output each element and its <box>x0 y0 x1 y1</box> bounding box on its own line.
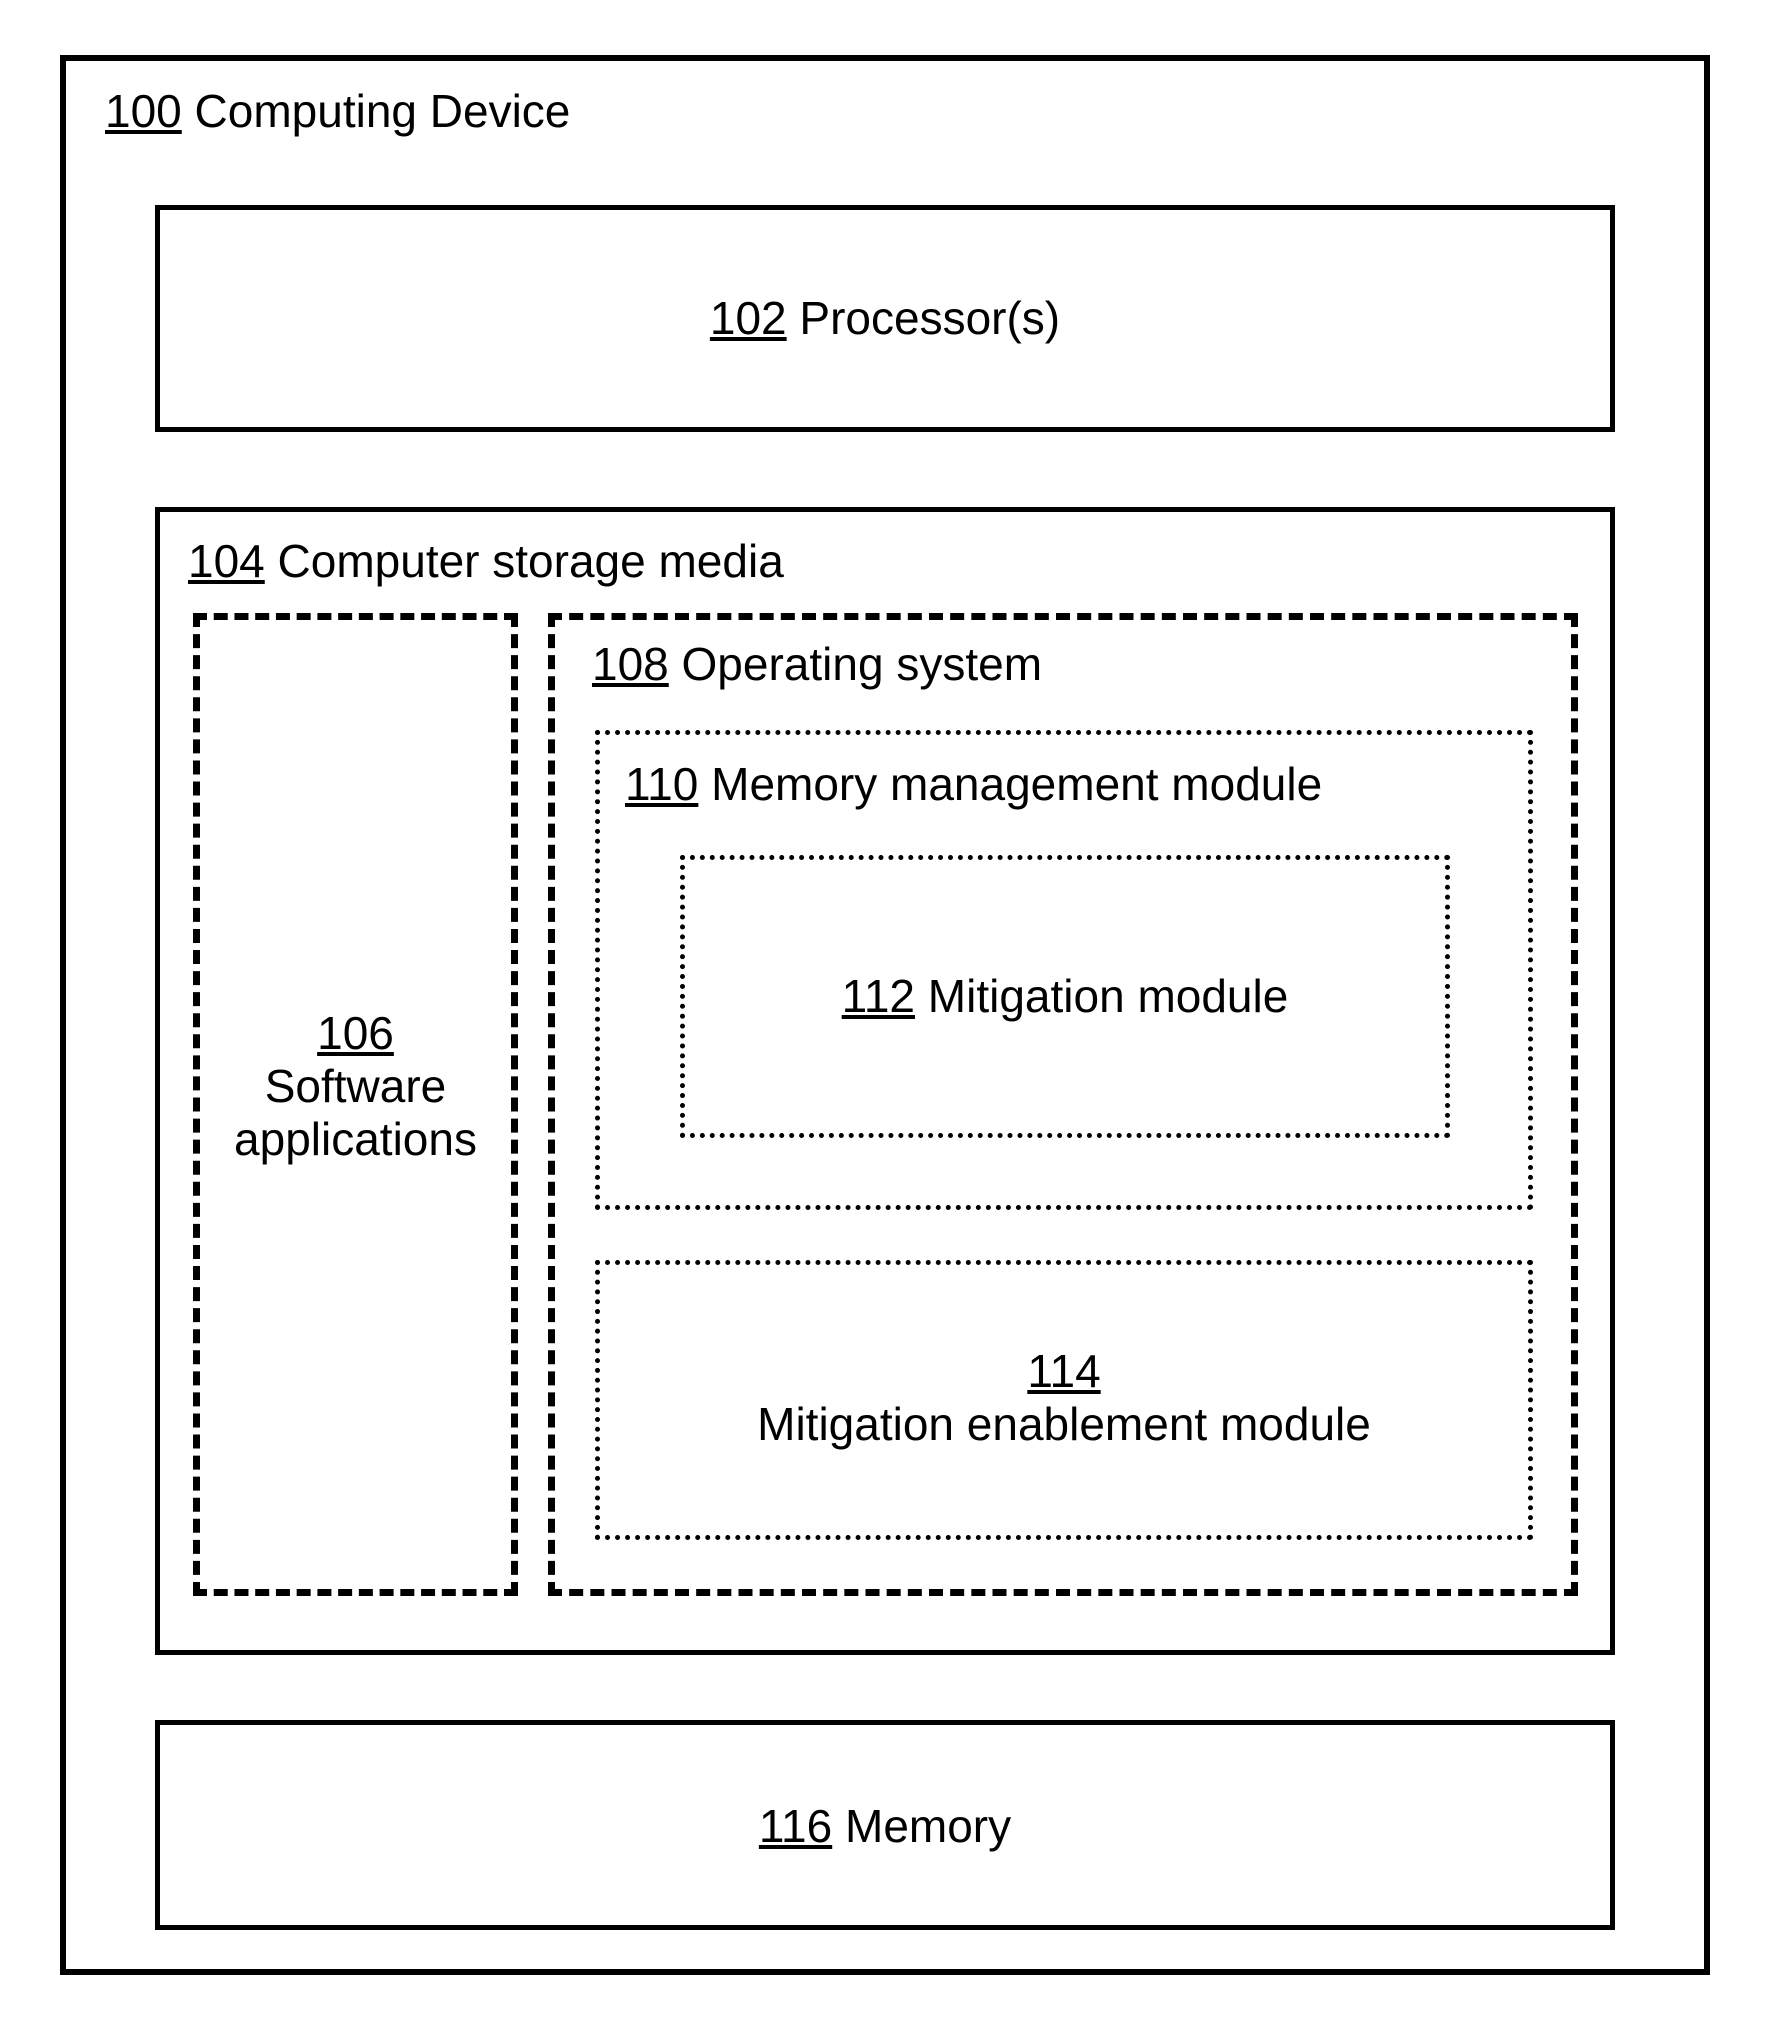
storage-label: 104 Computer storage media <box>188 535 784 588</box>
storage-ref: 104 <box>188 535 265 587</box>
software-apps-ref: 106 <box>317 1007 394 1059</box>
software-apps-label: 106 Software applications <box>193 1007 518 1166</box>
processor-ref: 102 <box>710 292 787 344</box>
diagram-canvas: 100 Computing Device 102 Processor(s) 10… <box>0 0 1771 2031</box>
software-apps-name1: Software <box>265 1060 447 1112</box>
os-label: 108 Operating system <box>592 638 1042 691</box>
computing-device-ref: 100 <box>105 85 182 137</box>
memory-label: 116 Memory <box>155 1800 1615 1853</box>
memmgr-name: Memory management module <box>711 758 1322 810</box>
memmgr-label: 110 Memory management module <box>625 758 1322 811</box>
mit-enable-ref: 114 <box>1027 1345 1100 1397</box>
software-apps-name2: applications <box>234 1113 477 1165</box>
memory-ref: 116 <box>759 1800 832 1852</box>
os-name: Operating system <box>682 638 1042 690</box>
mitigation-name: Mitigation module <box>928 970 1289 1022</box>
memory-name: Memory <box>845 1800 1011 1852</box>
processor-label: 102 Processor(s) <box>155 292 1615 345</box>
memmgr-ref: 110 <box>625 758 698 810</box>
computing-device-label: 100 Computing Device <box>105 85 570 138</box>
mitigation-label: 112 Mitigation module <box>680 970 1450 1023</box>
storage-name: Computer storage media <box>278 535 784 587</box>
mit-enable-label: 114 Mitigation enablement module <box>595 1345 1533 1451</box>
mit-enable-name: Mitigation enablement module <box>757 1398 1371 1450</box>
mitigation-ref: 112 <box>842 970 915 1022</box>
computing-device-name: Computing Device <box>195 85 571 137</box>
os-ref: 108 <box>592 638 669 690</box>
processor-name: Processor(s) <box>799 292 1060 344</box>
